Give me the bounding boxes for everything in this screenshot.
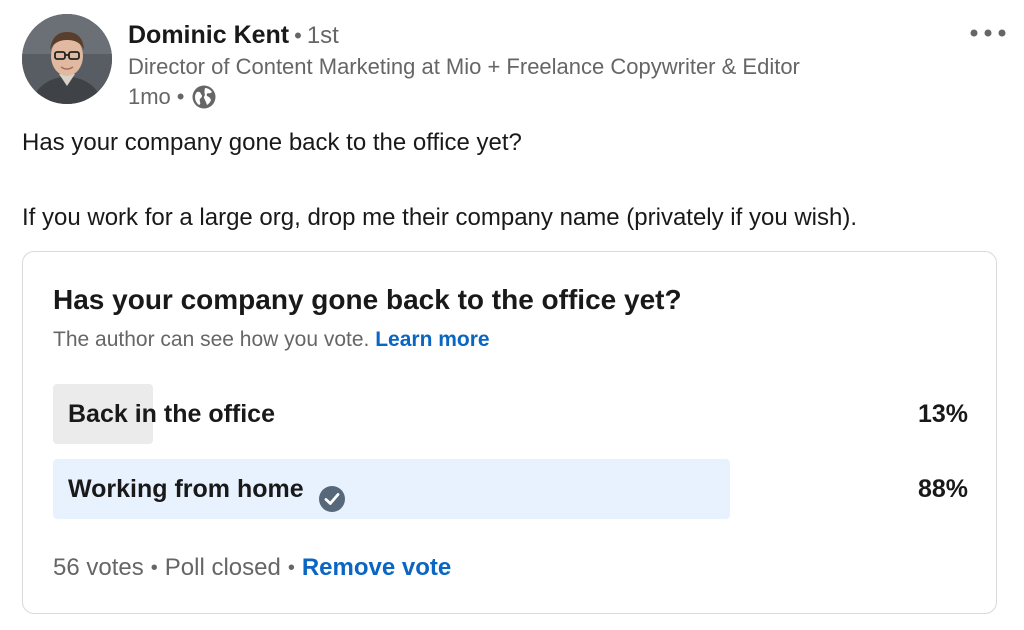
author-block: Dominic Kent • 1st Director of Content Mar… xyxy=(128,18,800,112)
post-text-line: Has your company gone back to the office… xyxy=(22,129,522,156)
avatar[interactable] xyxy=(22,14,112,104)
remove-vote-link[interactable]: Remove vote xyxy=(302,554,451,582)
poll-footer: 56 votes • Poll closed • Remove vote xyxy=(53,554,451,582)
author-headline: Director of Content Marketing at Mio + F… xyxy=(128,54,800,79)
vote-count: 56 votes xyxy=(53,554,144,581)
post-meta: 1mo • xyxy=(128,82,800,112)
avatar-photo xyxy=(22,14,112,104)
check-circle-icon xyxy=(318,475,346,512)
poll-option-label: Back in the office xyxy=(68,384,275,444)
poll-option-label: Working from home xyxy=(68,459,346,519)
learn-more-link[interactable]: Learn more xyxy=(375,328,489,351)
poll-option-text: Back in the office xyxy=(68,400,275,428)
connection-degree: 1st xyxy=(306,22,339,49)
poll-option[interactable]: Back in the office 13% xyxy=(53,384,968,444)
name-line: Dominic Kent • 1st xyxy=(128,18,800,52)
poll-note-text: The author can see how you vote. xyxy=(53,328,370,351)
globe-icon xyxy=(191,84,217,110)
separator-dot: • xyxy=(176,84,185,109)
poll-card: Has your company gone back to the office… xyxy=(22,251,997,614)
separator-dot: • xyxy=(150,556,158,579)
poll-option-percent: 88% xyxy=(917,475,968,503)
author-name[interactable]: Dominic Kent xyxy=(128,21,289,49)
poll-option-text: Working from home xyxy=(68,475,304,503)
ellipsis-icon xyxy=(970,29,1006,37)
poll-option-percent: 13% xyxy=(917,400,968,428)
separator-dot: • xyxy=(294,23,302,48)
poll-note: The author can see how you vote. Learn m… xyxy=(53,328,490,352)
poll-option-selected[interactable]: Working from home 88% xyxy=(53,459,968,519)
poll-status: Poll closed xyxy=(164,554,281,581)
separator-dot: • xyxy=(287,556,295,579)
more-options-button[interactable] xyxy=(964,18,1012,48)
post-header: Dominic Kent • 1st Director of Content Mar… xyxy=(22,14,1012,110)
poll-question: Has your company gone back to the office… xyxy=(53,284,682,315)
post-text-line: If you work for a large org, drop me the… xyxy=(22,204,858,231)
post-time: 1mo xyxy=(128,84,171,109)
